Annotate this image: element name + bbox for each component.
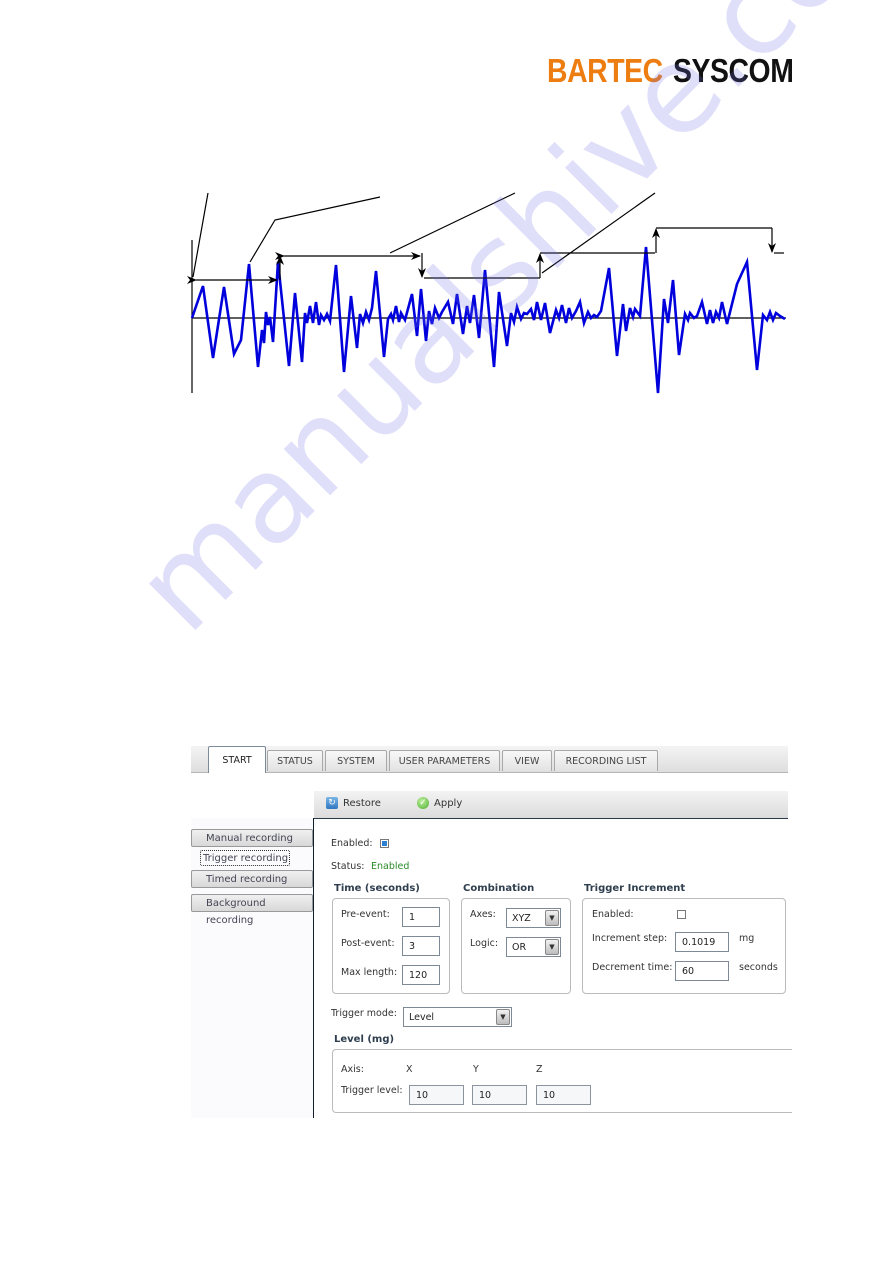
level-section-title: Level (mg) bbox=[334, 1034, 395, 1045]
trigger-level-y-input[interactable]: 10 bbox=[472, 1085, 527, 1105]
restore-label: Restore bbox=[343, 797, 381, 809]
increment-step-label: Increment step: bbox=[592, 933, 668, 944]
tab-start[interactable]: START bbox=[208, 746, 266, 773]
trigger-level-label: Trigger level: bbox=[341, 1085, 403, 1096]
trigger-mode-label: Trigger mode: bbox=[331, 1008, 397, 1019]
increment-step-input[interactable]: 0.1019 bbox=[675, 932, 729, 952]
sidebar-item-timed-recording[interactable]: Timed recording bbox=[191, 870, 313, 888]
vibration-signal-trace bbox=[190, 246, 786, 394]
leader-line-2 bbox=[249, 196, 381, 263]
combination-section-title: Combination bbox=[463, 883, 535, 894]
logic-select-value: OR bbox=[512, 942, 527, 953]
trigger-mode-select-value: Level bbox=[409, 1012, 435, 1023]
trigger-level-x-input[interactable]: 10 bbox=[409, 1085, 464, 1105]
time-section-title: Time (seconds) bbox=[334, 883, 420, 894]
logic-select[interactable]: OR ▼ bbox=[506, 937, 561, 957]
trigger-mode-select[interactable]: Level ▼ bbox=[403, 1007, 512, 1027]
logic-label: Logic: bbox=[470, 938, 499, 949]
pre-event-label: Pre-event: bbox=[341, 909, 390, 920]
decrement-time-label: Decrement time: bbox=[592, 962, 673, 973]
axis-x-label: X bbox=[406, 1064, 413, 1075]
axes-select[interactable]: XYZ ▼ bbox=[506, 908, 561, 928]
tab-user-parameters[interactable]: USER PARAMETERS bbox=[389, 750, 500, 771]
decrement-time-input[interactable]: 60 bbox=[675, 961, 729, 981]
leader-line-3 bbox=[389, 192, 516, 254]
status-value: Enabled bbox=[371, 861, 410, 872]
sidebar-item-trigger-recording[interactable]: Trigger recording bbox=[200, 850, 290, 866]
tab-system[interactable]: SYSTEM bbox=[325, 750, 387, 771]
axes-select-value: XYZ bbox=[512, 913, 531, 924]
trigger-settings-panel: Enabled: Status: Enabled Time (seconds) … bbox=[315, 819, 792, 1118]
increment-enabled-label: Enabled: bbox=[592, 909, 634, 920]
trigger-recording-settings-ui: START STATUS SYSTEM USER PARAMETERS VIEW… bbox=[191, 746, 792, 1118]
axis-y-label: Y bbox=[473, 1064, 479, 1075]
increment-enabled-checkbox[interactable] bbox=[677, 910, 686, 919]
sidebar-item-manual-recording[interactable]: Manual recording bbox=[191, 829, 313, 847]
tab-view[interactable]: VIEW bbox=[502, 750, 552, 771]
check-circle-icon: ✓ bbox=[417, 797, 429, 809]
chevron-down-icon: ▼ bbox=[496, 1009, 510, 1025]
decrement-time-unit: seconds bbox=[739, 962, 778, 973]
max-length-input[interactable]: 120 bbox=[402, 965, 440, 985]
pre-event-input[interactable]: 1 bbox=[402, 907, 440, 927]
status-label: Status: bbox=[331, 861, 365, 872]
main-tab-bar: START STATUS SYSTEM USER PARAMETERS VIEW… bbox=[191, 746, 788, 773]
tab-recording-list[interactable]: RECORDING LIST bbox=[554, 750, 658, 771]
enabled-label: Enabled: bbox=[331, 838, 373, 849]
trigger-increment-section-title: Trigger Increment bbox=[584, 883, 686, 894]
trigger-waveform-diagram bbox=[187, 192, 786, 394]
chevron-down-icon: ▼ bbox=[545, 939, 559, 955]
panel-divider bbox=[313, 818, 314, 1118]
tab-status[interactable]: STATUS bbox=[267, 750, 323, 771]
post-event-input[interactable]: 3 bbox=[402, 936, 440, 956]
max-length-label: Max length: bbox=[341, 967, 398, 978]
axes-label: Axes: bbox=[470, 909, 496, 920]
refresh-icon: ↻ bbox=[326, 797, 338, 809]
leader-line-4 bbox=[541, 192, 656, 274]
action-toolbar: ↻ Restore ✓ Apply bbox=[314, 791, 788, 819]
sidebar-item-background-recording[interactable]: Background recording bbox=[191, 894, 313, 926]
post-event-label: Post-event: bbox=[341, 938, 395, 949]
enabled-checkbox[interactable] bbox=[380, 839, 389, 848]
increment-step-unit: mg bbox=[739, 933, 755, 944]
axis-label: Axis: bbox=[341, 1064, 364, 1075]
restore-button[interactable]: ↻ Restore bbox=[326, 797, 381, 809]
apply-label: Apply bbox=[434, 797, 463, 809]
trigger-level-z-input[interactable]: 10 bbox=[536, 1085, 591, 1105]
chevron-down-icon: ▼ bbox=[545, 910, 559, 926]
apply-button[interactable]: ✓ Apply bbox=[417, 797, 462, 809]
axis-z-label: Z bbox=[536, 1064, 543, 1075]
leader-line-1 bbox=[192, 192, 209, 278]
